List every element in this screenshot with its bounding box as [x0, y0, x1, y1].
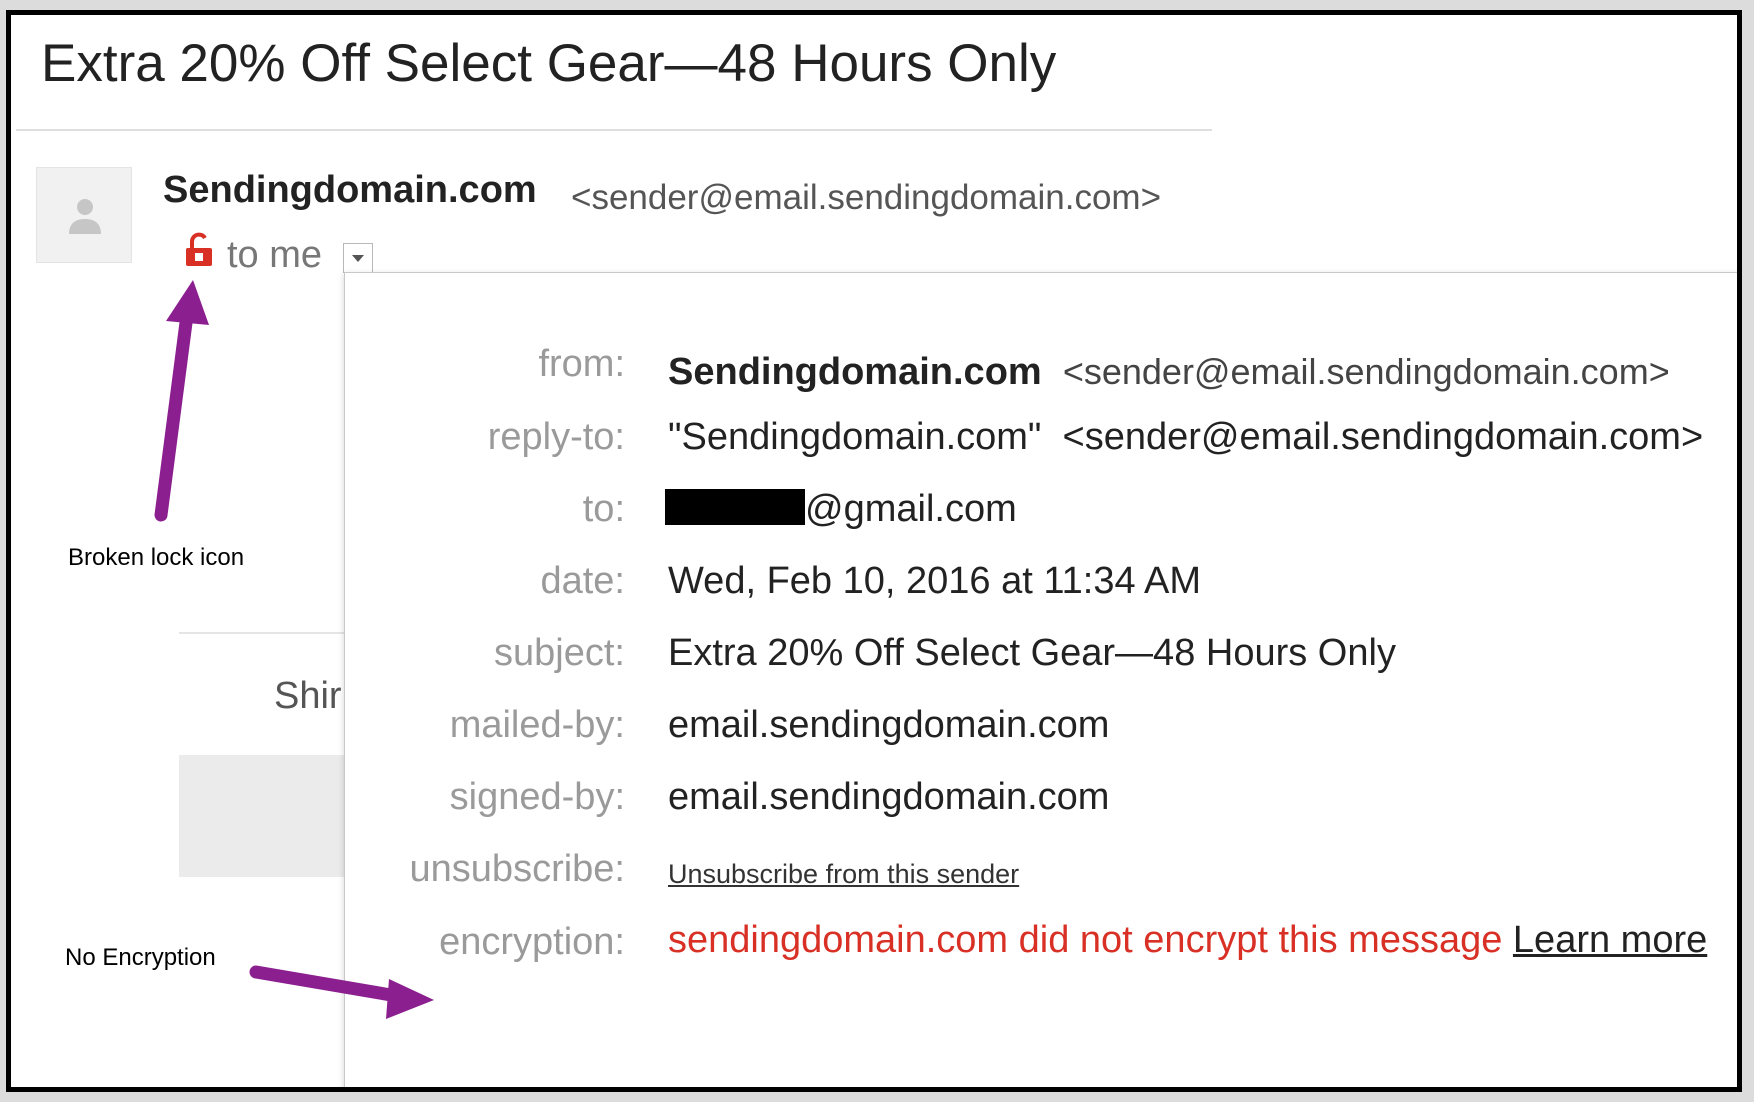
encryption-label: encryption: [439, 921, 625, 963]
to-label: to: [582, 488, 625, 530]
broken-lock-icon [186, 232, 212, 266]
person-icon [69, 199, 101, 234]
arrowhead-lock [166, 280, 209, 325]
date-label: date: [540, 560, 625, 602]
reply-to-label: reply-to: [487, 416, 625, 458]
from-name: Sendingdomain.com [668, 351, 1042, 393]
divider [16, 129, 1212, 131]
annotation-no-encryption: No Encryption [65, 944, 216, 971]
subject-label: subject: [494, 632, 625, 674]
background-text: Shir [274, 675, 342, 717]
arrow-to-lock [154, 308, 194, 522]
from-value: Sendingdomain.com <sender@email.sendingd… [668, 351, 1670, 394]
to-value: @gmail.com [665, 488, 1017, 531]
to-email-domain: @gmail.com [805, 488, 1017, 530]
signed-by-label: signed-by: [449, 776, 625, 818]
chevron-down-icon [352, 255, 364, 262]
annotation-broken-lock: Broken lock icon [68, 544, 245, 571]
encryption-warning: sendingdomain.com did not encrypt this m… [668, 919, 1503, 961]
encryption-value: sendingdomain.com did not encrypt this m… [668, 919, 1707, 962]
sender-name[interactable]: Sendingdomain.com [163, 169, 537, 212]
signed-by-value: email.sendingdomain.com [668, 776, 1110, 818]
recipient-summary: to me [227, 234, 323, 276]
show-details-button[interactable] [343, 243, 373, 273]
date-value: Wed, Feb 10, 2016 at 11:34 AM [668, 560, 1202, 602]
unsubscribe-label: unsubscribe: [409, 848, 625, 890]
subject-value: Extra 20% Off Select Gear—48 Hours Only [668, 632, 1396, 674]
from-email: <sender@email.sendingdomain.com> [1062, 351, 1670, 392]
from-label: from: [538, 343, 625, 385]
mailed-by-label: mailed-by: [449, 704, 625, 746]
mailed-by-value: email.sendingdomain.com [668, 704, 1110, 746]
divider [179, 632, 359, 634]
email-window: Extra 20% Off Select Gear—48 Hours Only … [6, 10, 1742, 1092]
learn-more-link[interactable]: Learn more [1513, 919, 1707, 961]
background-block [179, 755, 349, 877]
email-subject: Extra 20% Off Select Gear—48 Hours Only [41, 34, 1057, 93]
sender-email: <sender@email.sendingdomain.com> [571, 178, 1162, 217]
reply-to-value: "Sendingdomain.com" <sender@email.sendin… [668, 416, 1704, 458]
avatar[interactable] [36, 167, 132, 263]
unsubscribe-link[interactable]: Unsubscribe from this sender [668, 859, 1019, 890]
message-details-popup: from: Sendingdomain.com <sender@email.se… [344, 272, 1737, 1087]
redaction-bar [665, 489, 805, 525]
